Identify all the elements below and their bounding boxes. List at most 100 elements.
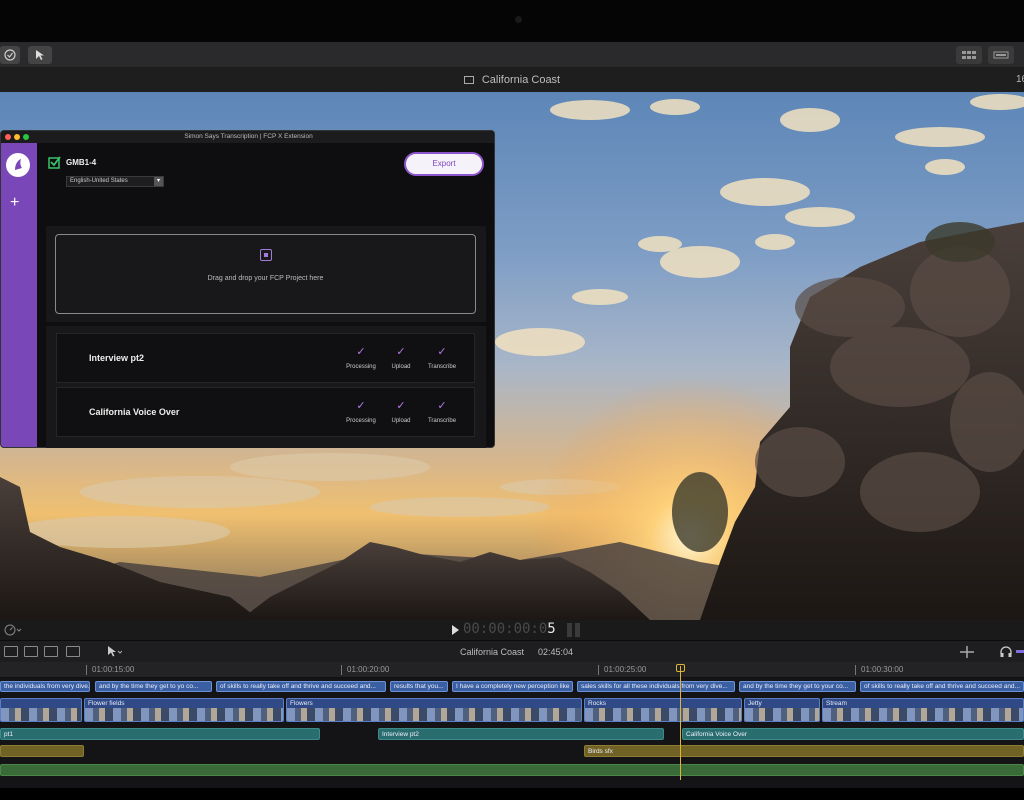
zoom-window-button[interactable]	[23, 134, 29, 140]
close-window-button[interactable]	[5, 134, 11, 140]
ruler-tick	[86, 665, 87, 675]
music-clip[interactable]	[0, 764, 1024, 776]
overwrite-clip-icon[interactable]	[66, 646, 80, 657]
video-clip[interactable]: Flowers	[286, 698, 582, 722]
project-title: California Coast	[481, 74, 561, 86]
volume-slider[interactable]	[1016, 650, 1024, 653]
ruler-label: 01:00:30:00	[861, 665, 904, 674]
app-toolbar	[0, 42, 1024, 68]
filmstrip	[287, 708, 581, 721]
viewer-title: California Coast	[0, 74, 1024, 86]
timeline-duration: 02:45:04	[538, 647, 574, 657]
audio-meter-icon	[567, 623, 583, 637]
clip-label: Stream	[826, 700, 847, 707]
caption-clip[interactable]: results that you...	[390, 681, 448, 692]
project-checkbox-icon[interactable]	[48, 155, 62, 169]
play-icon[interactable]	[452, 625, 460, 635]
transcription-row[interactable]: California Voice Over ✓ Processing ✓ Upl…	[56, 387, 475, 437]
ruler-tick	[598, 665, 599, 675]
step-label: Processing	[346, 418, 376, 424]
add-project-icon[interactable]: +	[10, 195, 19, 211]
timecode-digits: 00:00:00:0	[463, 621, 548, 637]
timecode-display: 00:00:00:05	[463, 621, 556, 637]
audio-clip[interactable]: Interview pt2	[378, 728, 664, 740]
checkmark-circle-icon	[4, 49, 16, 61]
fcp-project-dropzone[interactable]	[55, 234, 476, 314]
filmstrip	[823, 708, 1023, 721]
select-tool-icon[interactable]	[106, 645, 122, 658]
filmstrip	[1, 708, 81, 721]
playhead[interactable]	[680, 666, 681, 780]
viewer-header: California Coast 16	[0, 68, 1024, 92]
skimming-icon[interactable]	[960, 646, 974, 658]
video-clip[interactable]: Stream	[822, 698, 1024, 722]
show-timeline-button[interactable]	[988, 46, 1014, 64]
pointer-arrow-icon	[36, 50, 44, 60]
simon-says-logo-icon[interactable]	[5, 152, 31, 178]
step-label: Upload	[391, 418, 411, 424]
extension-titlebar: Simon Says Transcription | FCP X Extensi…	[1, 131, 494, 143]
video-clip[interactable]: Rocks	[584, 698, 742, 722]
ruler-tick	[855, 665, 856, 675]
transcription-row[interactable]: Interview pt2 ✓ Processing ✓ Upload ✓ Tr…	[56, 333, 475, 383]
clip-label: Rocks	[588, 700, 607, 707]
show-browser-button[interactable]	[956, 46, 982, 64]
language-select[interactable]: English-United States ▾	[66, 176, 164, 187]
audio-clip[interactable]: pt1	[0, 728, 320, 740]
transcribe-status: ✓ Transcribe	[422, 346, 462, 370]
ruler-label: 01:00:20:00	[347, 665, 390, 674]
caption-clip[interactable]: of skills to really take off and thrive …	[216, 681, 386, 692]
checkmark-icon: ✓	[396, 400, 406, 412]
video-clip[interactable]: Flower fields	[84, 698, 284, 722]
timeline-ruler[interactable]: 01:00:15:00 01:00:20:00 01:00:25:00 01:0…	[0, 662, 1024, 678]
caption-clip[interactable]: sales skills for all these individuals f…	[577, 681, 735, 692]
timeline-project-title: California Coast	[460, 647, 525, 657]
processing-status: ✓ Processing	[341, 346, 381, 370]
clip-appearance-icon[interactable]	[4, 646, 18, 657]
step-label: Upload	[391, 364, 411, 370]
filmstrip	[85, 708, 283, 721]
timeline-icon	[993, 51, 1009, 59]
insert-clip-icon[interactable]	[24, 646, 38, 657]
audio-clip[interactable]: California Voice Over	[682, 728, 1024, 740]
checkmark-icon: ✓	[356, 346, 366, 358]
checkmark-icon: ✓	[396, 346, 406, 358]
timecode-current-frame: 5	[547, 621, 556, 637]
checkmark-icon: ✓	[437, 400, 447, 412]
minimize-window-button[interactable]	[14, 134, 20, 140]
row-title: Interview pt2	[89, 353, 145, 363]
video-clip[interactable]	[0, 698, 82, 722]
caption-clip[interactable]: and by the time they get to your co...	[739, 681, 856, 692]
transcribe-status: ✓ Transcribe	[422, 400, 462, 424]
import-file-icon	[260, 249, 272, 261]
playback-speed-icon[interactable]	[4, 624, 24, 636]
row-title: California Voice Over	[89, 407, 180, 417]
clip-label: Flowers	[290, 700, 313, 707]
video-clip[interactable]: Jetty	[744, 698, 820, 722]
caption-clip[interactable]: of skills to really take off and thrive …	[860, 681, 1024, 692]
extension-sidebar	[1, 143, 37, 447]
checkmark-icon: ✓	[356, 400, 366, 412]
timeline-tracks[interactable]: the individuals from very dive... and by…	[0, 678, 1024, 788]
caption-clip[interactable]: and by the time they get to yo co...	[95, 681, 212, 692]
step-label: Processing	[346, 364, 376, 370]
header-number: 16	[1016, 74, 1024, 85]
export-button[interactable]: Export	[404, 152, 484, 176]
background-tasks-button[interactable]	[0, 46, 20, 64]
caption-clip[interactable]: I have a completely new perception like	[452, 681, 573, 692]
audio-clip[interactable]	[0, 745, 84, 757]
upload-status: ✓ Upload	[381, 346, 421, 370]
project-name: GMB1-4	[66, 158, 97, 167]
select-tool-button[interactable]	[28, 46, 52, 64]
clip-label: Flower fields	[88, 700, 125, 707]
step-label: Transcribe	[427, 364, 457, 370]
filmstrip	[745, 708, 819, 721]
headphones-icon[interactable]	[1000, 646, 1012, 658]
timeline-header: California Coast 02:45:04	[0, 640, 1024, 662]
ruler-label: 01:00:25:00	[604, 665, 647, 674]
ruler-tick	[341, 665, 342, 675]
audio-clip[interactable]: Birds sfx	[584, 745, 1024, 757]
append-clip-icon[interactable]	[44, 646, 58, 657]
chevron-down-icon: ▾	[154, 177, 163, 186]
caption-clip[interactable]: the individuals from very dive...	[0, 681, 90, 692]
